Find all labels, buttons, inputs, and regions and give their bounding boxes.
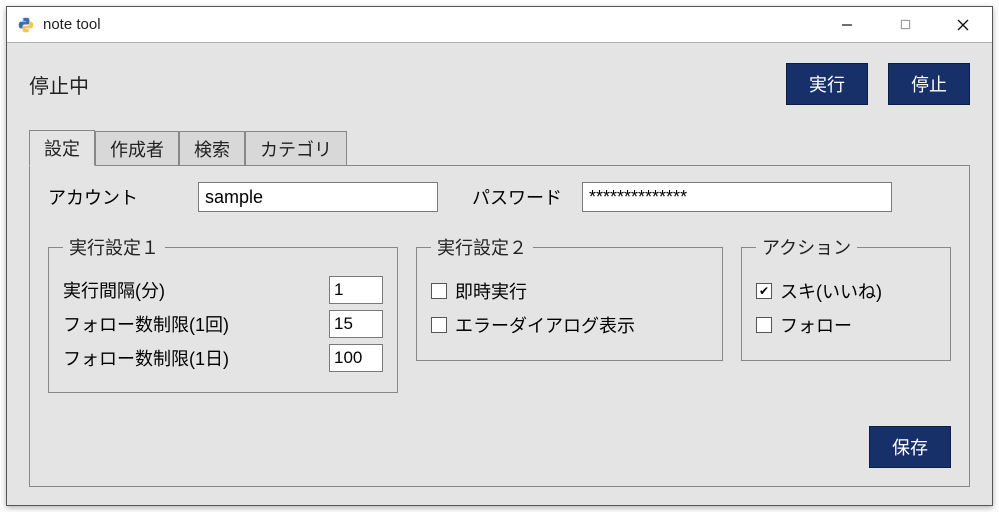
top-buttons: 実行 停止 (786, 63, 970, 105)
limit-day-row: フォロー数制限(1日) (63, 344, 383, 372)
limit-once-input[interactable] (329, 310, 383, 338)
top-row: 停止中 実行 停止 (29, 63, 970, 105)
follow-checkbox[interactable] (756, 317, 772, 333)
follow-row[interactable]: フォロー (756, 312, 936, 338)
python-icon (17, 16, 35, 34)
groups-row: 実行設定１ 実行間隔(分) フォロー数制限(1回) フォロー数制限(1日) (48, 234, 951, 393)
tab-category[interactable]: カテゴリ (245, 131, 347, 166)
tab-strip: 設定 作成者 検索 カテゴリ (29, 129, 970, 165)
app-window: note tool 停止中 実行 停止 設定 作成者 検索 カテゴリ (6, 6, 993, 506)
save-button[interactable]: 保存 (869, 426, 951, 468)
window-title: note tool (43, 16, 101, 33)
tab-panel-settings: アカウント パスワード 実行設定１ 実行間隔(分) フォロー数制限(1回) (29, 165, 970, 487)
client-area: 停止中 実行 停止 設定 作成者 検索 カテゴリ アカウント パスワード 実行設… (7, 43, 992, 505)
like-label: スキ(いいね) (780, 278, 882, 304)
account-input[interactable] (198, 182, 438, 212)
tab-settings[interactable]: 設定 (29, 130, 95, 166)
tab-search[interactable]: 検索 (179, 131, 245, 166)
limit-once-label: フォロー数制限(1回) (63, 311, 317, 337)
run-settings-1-legend: 実行設定１ (63, 234, 165, 260)
limit-day-label: フォロー数制限(1日) (63, 345, 317, 371)
limit-day-input[interactable] (329, 344, 383, 372)
like-checkbox[interactable] (756, 283, 772, 299)
maximize-button[interactable] (876, 7, 934, 42)
titlebar: note tool (7, 7, 992, 43)
account-label: アカウント (48, 184, 178, 210)
account-row: アカウント パスワード (48, 182, 951, 212)
action-group: アクション スキ(いいね) フォロー (741, 234, 951, 361)
interval-input[interactable] (329, 276, 383, 304)
run-button[interactable]: 実行 (786, 63, 868, 105)
follow-label: フォロー (780, 312, 852, 338)
window-controls (818, 7, 992, 42)
interval-row: 実行間隔(分) (63, 276, 383, 304)
limit-once-row: フォロー数制限(1回) (63, 310, 383, 338)
action-legend: アクション (756, 234, 857, 260)
immediate-row[interactable]: 即時実行 (431, 278, 708, 304)
errdlg-row[interactable]: エラーダイアログ表示 (431, 312, 708, 338)
errdlg-checkbox[interactable] (431, 317, 447, 333)
immediate-label: 即時実行 (455, 278, 527, 304)
save-row: 保存 (48, 412, 951, 468)
interval-label: 実行間隔(分) (63, 277, 317, 303)
minimize-button[interactable] (818, 7, 876, 42)
stop-button[interactable]: 停止 (888, 63, 970, 105)
immediate-checkbox[interactable] (431, 283, 447, 299)
errdlg-label: エラーダイアログ表示 (455, 312, 635, 338)
password-input[interactable] (582, 182, 892, 212)
run-settings-2-group: 実行設定２ 即時実行 エラーダイアログ表示 (416, 234, 723, 361)
run-settings-2-legend: 実行設定２ (431, 234, 533, 260)
run-settings-1-group: 実行設定１ 実行間隔(分) フォロー数制限(1回) フォロー数制限(1日) (48, 234, 398, 393)
like-row[interactable]: スキ(いいね) (756, 278, 936, 304)
status-label: 停止中 (29, 70, 89, 99)
password-label: パスワード (472, 184, 562, 210)
close-button[interactable] (934, 7, 992, 42)
tab-authors[interactable]: 作成者 (95, 131, 179, 166)
